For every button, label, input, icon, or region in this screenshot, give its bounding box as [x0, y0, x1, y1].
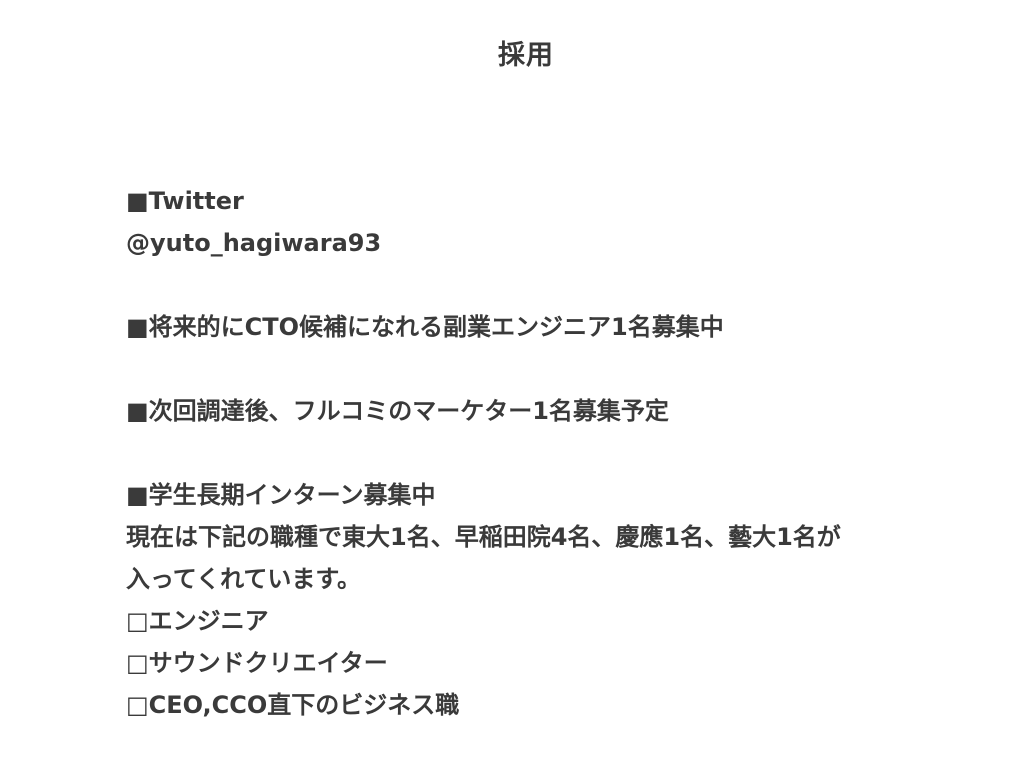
role-item-sound-creator: □サウンドクリエイター	[126, 649, 388, 677]
twitter-handle: @yuto_hagiwara93	[126, 229, 382, 257]
intern-description-cont: 入ってくれています。	[126, 565, 361, 593]
intern-heading: ■学生長期インターン募集中	[126, 481, 436, 509]
twitter-heading: ■Twitter	[126, 187, 244, 215]
recruitment-content: ■Twitter @yuto_hagiwara93 ■将来的にCTO候補になれる…	[126, 180, 946, 726]
cto-recruitment: ■将来的にCTO候補になれる副業エンジニア1名募集中	[126, 313, 724, 341]
role-item-business: □CEO,CCO直下のビジネス職	[126, 691, 460, 719]
role-item-engineer: □エンジニア	[126, 607, 269, 635]
intern-description: 現在は下記の職種で東大1名、早稲田院4名、慶應1名、藝大1名が	[126, 523, 841, 551]
marketer-recruitment: ■次回調達後、フルコミのマーケター1名募集予定	[126, 397, 669, 425]
page-title: 採用	[498, 40, 554, 71]
